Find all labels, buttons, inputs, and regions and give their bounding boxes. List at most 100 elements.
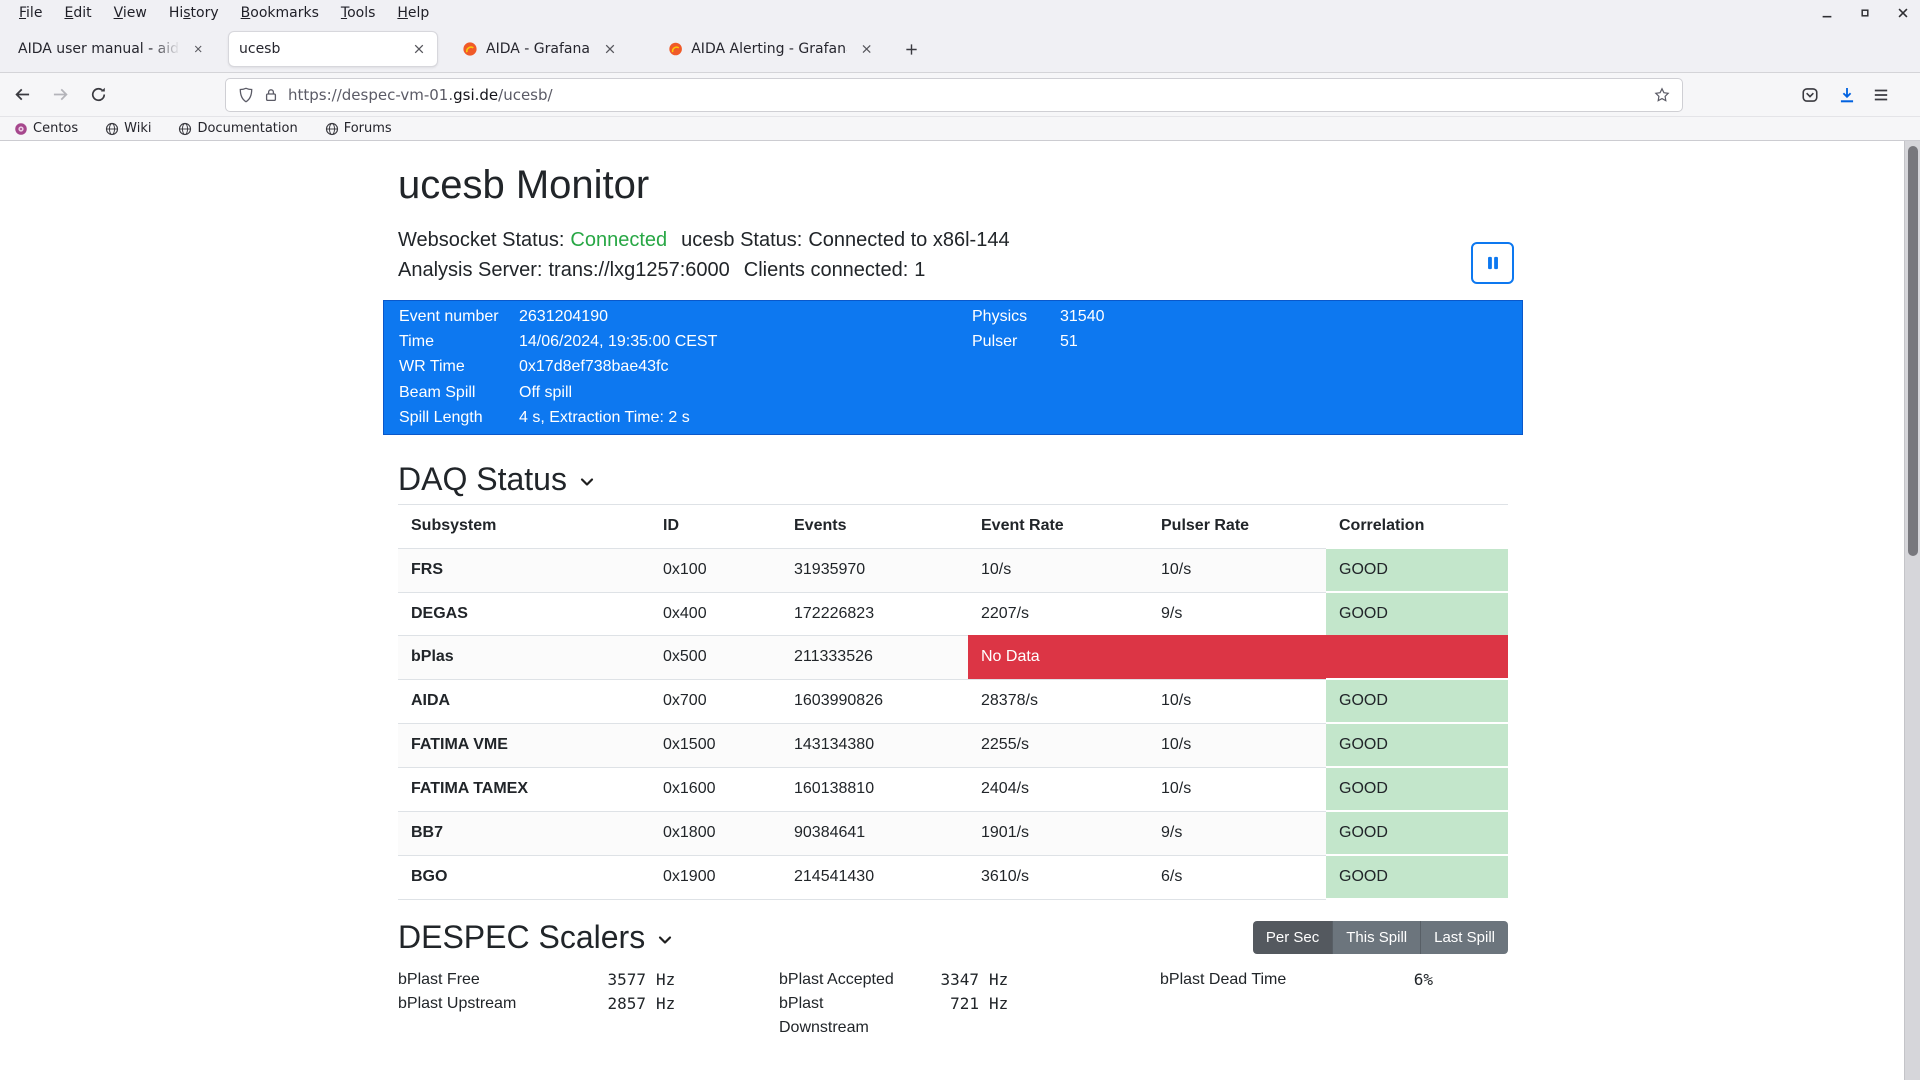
bookmark-star-icon[interactable] xyxy=(1654,87,1670,103)
tab-aida-manual[interactable]: AIDA user manual - aida_man xyxy=(8,31,214,67)
cell-event-rate: 2207/s xyxy=(968,592,1148,636)
table-row: bPlas 0x500 211333526 No Data xyxy=(398,636,1508,680)
tab-close-icon[interactable] xyxy=(192,41,204,57)
cell-events: 143134380 xyxy=(781,723,968,767)
bookmarks-bar: Centos Wiki Documentation Forums xyxy=(0,116,1920,141)
window-titlebar: File Edit View History Bookmarks Tools H… xyxy=(0,0,1920,26)
cell-id: 0x1600 xyxy=(650,767,781,811)
tab-ucesb[interactable]: ucesb xyxy=(228,31,438,67)
cell-subsystem: FRS xyxy=(398,548,650,592)
menu-item-history[interactable]: History xyxy=(158,0,230,26)
scaler-value: 3347 xyxy=(901,968,979,992)
event-row: Spill Length4 s, Extraction Time: 2 s xyxy=(384,405,1522,430)
forward-button[interactable] xyxy=(52,86,69,103)
cell-events: 160138810 xyxy=(781,767,968,811)
back-button[interactable] xyxy=(14,86,31,103)
last-spill-button[interactable]: Last Spill xyxy=(1420,921,1508,954)
cell-subsystem: DEGAS xyxy=(398,592,650,636)
correlation-status: GOOD xyxy=(1326,548,1508,592)
ucesb-status-label: ucesb Status: xyxy=(681,229,802,251)
scaler-label: bPlast Upstream xyxy=(398,992,568,1016)
scaler-label: bPlast Downstream xyxy=(779,992,901,1040)
scaler-row: bPlast Upstream 2857 Hz xyxy=(398,992,779,1016)
downloads-button[interactable] xyxy=(1838,86,1856,104)
scrollbar-thumb[interactable] xyxy=(1908,146,1918,556)
cell-event-rate: 28378/s xyxy=(968,679,1148,723)
daq-table: Subsystem ID Events Event Rate Pulser Ra… xyxy=(398,504,1508,900)
cell-event-rate: 3610/s xyxy=(968,855,1148,899)
lock-icon[interactable] xyxy=(263,87,279,103)
scaler-unit: Hz xyxy=(656,992,675,1016)
event-row-label: Time xyxy=(399,329,519,354)
bookmark-forums[interactable]: Forums xyxy=(325,121,392,136)
cell-id: 0x400 xyxy=(650,592,781,636)
scaler-label: bPlast Dead Time xyxy=(1160,968,1355,992)
menu-item-edit[interactable]: Edit xyxy=(53,0,102,26)
table-row: BGO 0x1900 214541430 3610/s 6/s GOOD xyxy=(398,855,1508,899)
menu-item-view[interactable]: View xyxy=(103,0,158,26)
reload-button[interactable] xyxy=(90,86,107,103)
scalers-heading-text: DESPEC Scalers xyxy=(398,918,645,956)
bookmark-documentation[interactable]: Documentation xyxy=(178,121,297,136)
cell-subsystem: AIDA xyxy=(398,679,650,723)
chevron-down-icon[interactable] xyxy=(577,472,597,492)
window-close-button[interactable] xyxy=(1896,6,1910,20)
new-tab-button[interactable] xyxy=(898,36,924,62)
window-maximize-button[interactable] xyxy=(1858,6,1872,20)
column-header: Event Rate xyxy=(968,505,1148,549)
this-spill-button[interactable]: This Spill xyxy=(1332,921,1420,954)
chevron-down-icon[interactable] xyxy=(655,930,675,950)
menu-item-bookmarks[interactable]: Bookmarks xyxy=(230,0,330,26)
menu-item-tools[interactable]: Tools xyxy=(330,0,387,26)
menu-bar: File Edit View History Bookmarks Tools H… xyxy=(0,0,440,26)
pause-button[interactable] xyxy=(1471,242,1514,284)
event-row-value: 14/06/2024, 19:35:00 CEST xyxy=(519,329,717,354)
bookmark-label: Documentation xyxy=(197,121,297,136)
event-row-value: 4 s, Extraction Time: 2 s xyxy=(519,405,690,430)
daq-heading-text: DAQ Status xyxy=(398,460,567,498)
event-row-value: 2631204190 xyxy=(519,304,608,329)
correlation-status: GOOD xyxy=(1326,767,1508,811)
cell-events: 31935970 xyxy=(781,548,968,592)
tab-close-icon[interactable] xyxy=(411,41,427,57)
bookmark-wiki[interactable]: Wiki xyxy=(105,121,151,136)
cell-event-rate: 2255/s xyxy=(968,723,1148,767)
cell-subsystem: BB7 xyxy=(398,811,650,855)
tab-close-icon[interactable] xyxy=(602,41,618,57)
cell-event-rate: 2404/s xyxy=(968,767,1148,811)
clients-connected-value: 1 xyxy=(914,259,925,281)
table-row: BB7 0x1800 90384641 1901/s 9/s GOOD xyxy=(398,811,1508,855)
url-input[interactable]: https://despec-vm-01.gsi.de/ucesb/ xyxy=(225,78,1683,112)
cell-events: 90384641 xyxy=(781,811,968,855)
window-minimize-button[interactable] xyxy=(1820,6,1834,20)
scaler-row: bPlast Dead Time 6% xyxy=(1160,968,1508,992)
menu-item-file[interactable]: File xyxy=(8,0,53,26)
scrollbar[interactable] xyxy=(1904,141,1920,1080)
scaler-label: bPlast Free xyxy=(398,968,568,992)
event-row-label: Beam Spill xyxy=(399,380,519,405)
bookmark-centos[interactable]: Centos xyxy=(14,121,78,136)
cell-events: 172226823 xyxy=(781,592,968,636)
counter-label: Pulser xyxy=(972,329,1060,354)
table-row: FATIMA VME 0x1500 143134380 2255/s 10/s … xyxy=(398,723,1508,767)
clients-connected-label: Clients connected: xyxy=(744,259,909,281)
per-sec-button[interactable]: Per Sec xyxy=(1253,921,1332,954)
event-row-label: WR Time xyxy=(399,354,519,379)
menu-button[interactable] xyxy=(1872,86,1890,104)
counter-value: 31540 xyxy=(1060,304,1105,329)
tab-aida-alerting[interactable]: AIDA Alerting - Grafana xyxy=(658,31,884,67)
event-info-box: Event number2631204190 Time14/06/2024, 1… xyxy=(383,300,1523,435)
scaler-unit: Hz xyxy=(989,992,1008,1016)
bookmark-label: Centos xyxy=(33,121,78,136)
cell-subsystem: bPlas xyxy=(398,636,650,680)
event-row: Beam SpillOff spill xyxy=(384,380,1522,405)
cell-pulser-rate: 10/s xyxy=(1148,767,1326,811)
navigation-toolbar: https://despec-vm-01.gsi.de/ucesb/ xyxy=(0,73,1920,116)
tab-close-icon[interactable] xyxy=(859,41,874,57)
menu-item-help[interactable]: Help xyxy=(386,0,440,26)
scaler-label: bPlast Accepted xyxy=(779,968,901,992)
pocket-button[interactable] xyxy=(1801,86,1819,104)
shield-icon[interactable] xyxy=(238,87,254,103)
no-data-cell: No Data xyxy=(968,636,1508,680)
tab-aida-grafana[interactable]: AIDA - Grafana xyxy=(452,31,644,67)
